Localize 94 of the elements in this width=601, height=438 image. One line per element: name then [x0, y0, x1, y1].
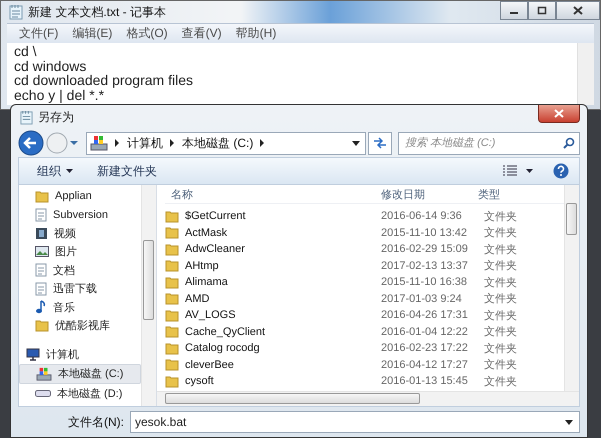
text-line: cd windows	[14, 58, 88, 73]
folder-icon	[35, 319, 49, 332]
scrollbar[interactable]	[564, 185, 579, 391]
nav-item[interactable]: 音乐	[19, 298, 141, 316]
organize-button[interactable]: 组织	[29, 160, 81, 182]
folder-icon	[165, 259, 179, 272]
folder-icon	[165, 342, 179, 355]
nav-item[interactable]: 本地磁盘 (C:)	[19, 364, 141, 384]
breadcrumb-item[interactable]: 计算机	[127, 134, 163, 152]
text-line: echo y | del *.*	[14, 88, 106, 102]
folder-icon	[165, 374, 179, 388]
nav-item[interactable]: Applian	[19, 187, 141, 206]
document-icon	[35, 208, 47, 222]
column-header[interactable]: 修改日期	[381, 186, 478, 202]
refresh-icon	[373, 137, 387, 149]
close-icon	[554, 109, 564, 118]
caret-icon	[66, 169, 73, 173]
view-options-icon[interactable]	[502, 165, 518, 177]
chevron-icon[interactable]	[170, 139, 175, 147]
document-icon	[35, 263, 47, 278]
caret-icon[interactable]	[526, 169, 533, 173]
folder-icon	[165, 242, 179, 256]
folder-icon	[165, 325, 179, 338]
file-row[interactable]: AMD 2017-01-03 9:24 文件夹	[165, 290, 564, 307]
dialog-title: 另存为	[38, 108, 74, 126]
search-icon	[563, 136, 575, 148]
maximize-icon	[537, 6, 547, 15]
file-row[interactable]: Alimama 2015-11-10 16:38 文件夹	[165, 274, 564, 290]
notepad-icon	[20, 110, 33, 124]
nav-item[interactable]: 图片	[19, 242, 141, 261]
nav-item[interactable]: 本地磁盘 (D:)	[19, 384, 141, 402]
minimize-button[interactable]	[500, 1, 528, 20]
nav-item[interactable]: 迅雷下载	[19, 280, 141, 298]
notepad-icon	[9, 4, 23, 20]
nav-item[interactable]: Subversion	[19, 206, 141, 224]
chevron-icon[interactable]	[260, 139, 266, 147]
menu-item[interactable]: 编辑(E)	[72, 25, 112, 42]
column-header[interactable]: 名称	[165, 186, 381, 202]
dropdown-icon	[565, 420, 573, 424]
new-folder-button[interactable]: 新建文件夹	[89, 160, 165, 182]
search-field[interactable]: 搜索 本地磁盘 (C:)	[398, 132, 580, 154]
file-row[interactable]: Cache_QyClient 2016-01-04 12:22 文件夹	[165, 324, 564, 340]
menu-item[interactable]: 查看(V)	[182, 25, 222, 42]
nav-item[interactable]: 文档	[19, 261, 141, 280]
column-header[interactable]: 类型	[478, 186, 500, 202]
folder-icon	[165, 210, 179, 223]
history-dropdown-icon[interactable]	[70, 140, 78, 146]
help-icon[interactable]	[553, 163, 569, 179]
close-button[interactable]	[556, 1, 600, 20]
drive-icon	[90, 135, 108, 151]
folder-icon	[165, 292, 179, 306]
text-line: cd downloaded program files	[14, 73, 194, 88]
picture-icon	[35, 246, 49, 258]
file-row[interactable]: ActMask 2015-11-10 13:42 文件夹	[165, 224, 564, 241]
computer-icon	[25, 348, 40, 361]
refresh-button[interactable]	[368, 132, 392, 154]
drive-icon	[36, 366, 52, 381]
filename-field[interactable]: yesok.bat	[130, 411, 580, 433]
window-title: 新建 文本文档.txt - 记事本	[28, 4, 166, 20]
file-row[interactable]: AHtmp 2017-02-13 13:37 文件夹	[165, 258, 564, 274]
file-row[interactable]: AdwCleaner 2016-02-29 15:09 文件夹	[165, 241, 564, 258]
folder-icon	[165, 358, 179, 372]
film-icon	[35, 226, 48, 240]
back-button[interactable]	[18, 130, 44, 156]
dropdown-icon[interactable]	[352, 140, 360, 146]
menu-item[interactable]: 帮助(H)	[236, 25, 276, 42]
nav-item[interactable]: 视频	[19, 224, 141, 242]
close-icon	[573, 6, 583, 15]
file-row[interactable]: AV_LOGS 2016-04-26 17:31 文件夹	[165, 307, 564, 324]
drive-icon	[35, 388, 51, 398]
close-button[interactable]	[538, 105, 580, 123]
breadcrumb-item[interactable]: 本地磁盘 (C:)	[182, 134, 254, 152]
menu-item[interactable]: 文件(F)	[19, 25, 58, 42]
horizontal-scrollbar[interactable]	[157, 391, 579, 406]
file-row[interactable]: cleverBee 2016-04-12 17:27 文件夹	[165, 356, 564, 373]
file-row[interactable]: $GetCurrent 2016-06-14 9:36 文件夹	[165, 208, 564, 224]
folder-icon	[165, 276, 179, 289]
file-row[interactable]: Catalog rocodg 2016-02-23 17:22 文件夹	[165, 340, 564, 356]
nav-item[interactable]: 优酷影视库	[19, 316, 141, 335]
address-bar[interactable]: 计算机 本地磁盘 (C:)	[86, 132, 366, 154]
folder-icon	[165, 308, 179, 322]
file-row[interactable]: cysoft 2016-01-13 15:45 文件夹	[165, 373, 564, 390]
scrollbar[interactable]	[141, 185, 156, 406]
document-icon	[35, 282, 47, 296]
scrollbar[interactable]	[577, 43, 594, 105]
text-line: cd \	[14, 44, 38, 58]
folder-icon	[35, 190, 49, 203]
folder-icon	[165, 226, 179, 240]
nav-item[interactable]: 计算机	[19, 345, 141, 364]
music-note-icon	[35, 300, 47, 314]
filename-label: 文件名(N):	[68, 414, 124, 430]
menu-item[interactable]: 格式(O)	[126, 25, 168, 42]
chevron-icon[interactable]	[115, 139, 120, 147]
maximize-button[interactable]	[528, 1, 556, 20]
